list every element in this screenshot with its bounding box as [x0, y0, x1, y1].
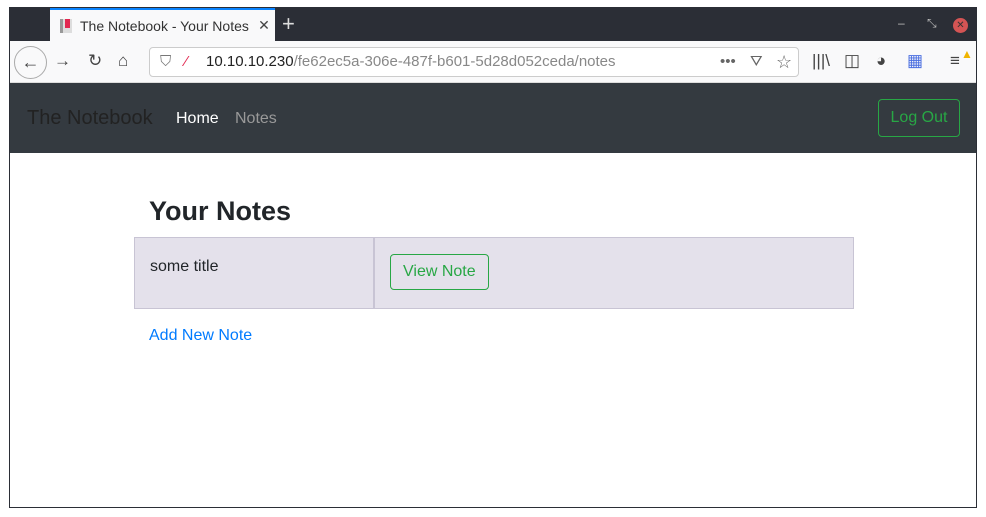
home-icon[interactable]: ⌂ — [118, 51, 128, 71]
minimize-icon[interactable]: – — [898, 16, 905, 30]
more-icon[interactable]: ••• — [720, 48, 736, 76]
sidebar-icon[interactable]: ◫ — [844, 51, 860, 71]
close-window-icon[interactable]: ✕ — [953, 18, 968, 33]
tracking-icon[interactable]: ◕ — [876, 51, 886, 71]
nav-notes[interactable]: Notes — [235, 110, 277, 128]
url-host: 10.10.10.230 — [206, 53, 294, 70]
nav-home[interactable]: Home — [176, 110, 219, 128]
back-icon[interactable]: ← — [14, 46, 47, 79]
forward-icon[interactable]: → — [54, 51, 71, 71]
brand[interactable]: The Notebook — [27, 107, 153, 130]
url-bar[interactable]: ⛉ ⁄ 10.10.10.230/fe62ec5a-306e-487f-b601… — [149, 47, 799, 77]
table-row: some title View Note — [134, 237, 854, 309]
browser-tab[interactable]: The Notebook - Your Notes ✕ — [50, 8, 275, 41]
note-title: some title — [135, 238, 375, 308]
bookmark-star-icon[interactable]: ☆ — [776, 48, 792, 76]
tab-bar: The Notebook - Your Notes ✕ + – ⤡ ✕ — [10, 8, 976, 41]
menu-icon[interactable]: ≡ — [950, 51, 960, 71]
restore-icon[interactable]: ⤡ — [927, 16, 937, 31]
warning-icon: ▲ — [961, 47, 973, 61]
reload-icon[interactable]: ↻ — [88, 51, 102, 71]
shield-icon[interactable]: ⛉ — [160, 48, 171, 76]
pocket-icon[interactable]: ⛛ — [750, 48, 763, 76]
library-icon[interactable]: |||\ — [812, 51, 830, 71]
new-tab-icon[interactable]: + — [282, 11, 295, 37]
navbar: The Notebook Home Notes Log Out — [10, 83, 976, 153]
url-path: /fe62ec5a-306e-487f-b601-5d28d052ceda/no… — [293, 53, 616, 70]
logout-button[interactable]: Log Out — [878, 99, 960, 137]
browser-window: The Notebook - Your Notes ✕ + – ⤡ ✕ ← → … — [9, 7, 977, 508]
containers-icon[interactable]: ▦ — [907, 51, 923, 71]
url-text: 10.10.10.230/fe62ec5a-306e-487f-b601-5d2… — [206, 48, 616, 76]
close-tab-icon[interactable]: ✕ — [253, 17, 275, 34]
tab-title: The Notebook - Your Notes — [80, 17, 249, 34]
insecure-lock-icon[interactable]: ⁄ — [185, 48, 188, 76]
notebook-favicon-icon — [60, 18, 72, 33]
add-note-link[interactable]: Add New Note — [149, 327, 252, 345]
note-actions: View Note — [375, 238, 504, 308]
toolbar: ← → ↻ ⌂ ⛉ ⁄ 10.10.10.230/fe62ec5a-306e-4… — [10, 41, 976, 83]
view-note-button[interactable]: View Note — [390, 254, 489, 290]
page-title: Your Notes — [149, 196, 292, 226]
